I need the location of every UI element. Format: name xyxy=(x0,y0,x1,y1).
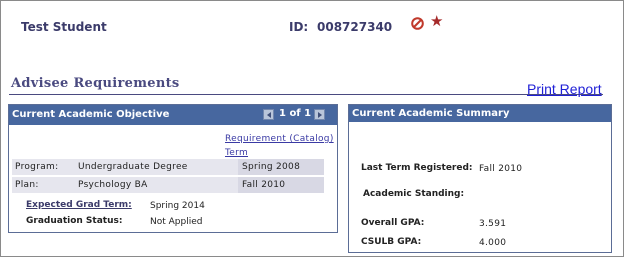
plan-label: Plan: xyxy=(15,180,39,190)
star-icon[interactable]: ★ xyxy=(430,14,443,29)
record-count: 1 of 1 xyxy=(279,108,312,119)
overall-gpa-value: 3.591 xyxy=(479,219,507,229)
student-name: Test Student xyxy=(21,20,107,34)
program-row: Program: Undergraduate Degree Spring 200… xyxy=(12,159,324,175)
page-frame: Test Student ID: 008727340 ★ Advisee Req… xyxy=(0,0,624,257)
objective-panel-title: Current Academic Objective xyxy=(12,109,170,120)
program-label: Program: xyxy=(15,162,59,172)
last-term-value: Fall 2010 xyxy=(479,164,523,174)
program-term: Spring 2008 xyxy=(242,162,301,172)
program-term-cell: Spring 2008 xyxy=(238,159,324,175)
student-id-value: 008727340 xyxy=(317,20,393,34)
page-title: Advisee Requirements xyxy=(11,76,180,91)
program-value: Undergraduate Degree xyxy=(78,162,188,172)
expected-grad-term-link[interactable]: Expected Grad Term: xyxy=(26,200,132,210)
term-link[interactable]: Term xyxy=(225,148,248,158)
plan-row: Plan: Psychology BA Fall 2010 xyxy=(12,177,324,193)
objective-panel-header: Current Academic Objective 1 of 1 xyxy=(9,105,337,125)
academic-standing-label: Academic Standing: xyxy=(363,189,465,199)
previous-arrow-icon[interactable] xyxy=(263,109,274,120)
overall-gpa-label: Overall GPA: xyxy=(361,218,425,228)
summary-panel-header: Current Academic Summary xyxy=(349,105,611,122)
academic-summary-panel: Current Academic Summary Last Term Regis… xyxy=(348,104,612,253)
plan-term: Fall 2010 xyxy=(242,180,286,190)
no-entry-icon[interactable] xyxy=(411,17,424,30)
last-term-label: Last Term Registered: xyxy=(361,163,473,173)
academic-objective-panel: Current Academic Objective 1 of 1 Requir… xyxy=(8,104,338,233)
graduation-status-value: Not Applied xyxy=(150,217,203,227)
title-divider xyxy=(9,94,603,95)
summary-panel-title: Current Academic Summary xyxy=(352,108,510,119)
csulb-gpa-value: 4.000 xyxy=(479,238,507,248)
student-id-label: ID: xyxy=(289,20,309,34)
csulb-gpa-label: CSULB GPA: xyxy=(361,237,422,247)
expected-grad-term-value: Spring 2014 xyxy=(150,201,205,211)
plan-value: Psychology BA xyxy=(78,180,148,190)
print-report-link[interactable]: Print Report xyxy=(527,81,602,97)
plan-term-cell: Fall 2010 xyxy=(238,177,324,193)
graduation-status-label: Graduation Status: xyxy=(26,216,123,226)
next-arrow-icon[interactable] xyxy=(314,109,325,120)
requirement-catalog-link[interactable]: Requirement (Catalog) xyxy=(225,134,334,144)
